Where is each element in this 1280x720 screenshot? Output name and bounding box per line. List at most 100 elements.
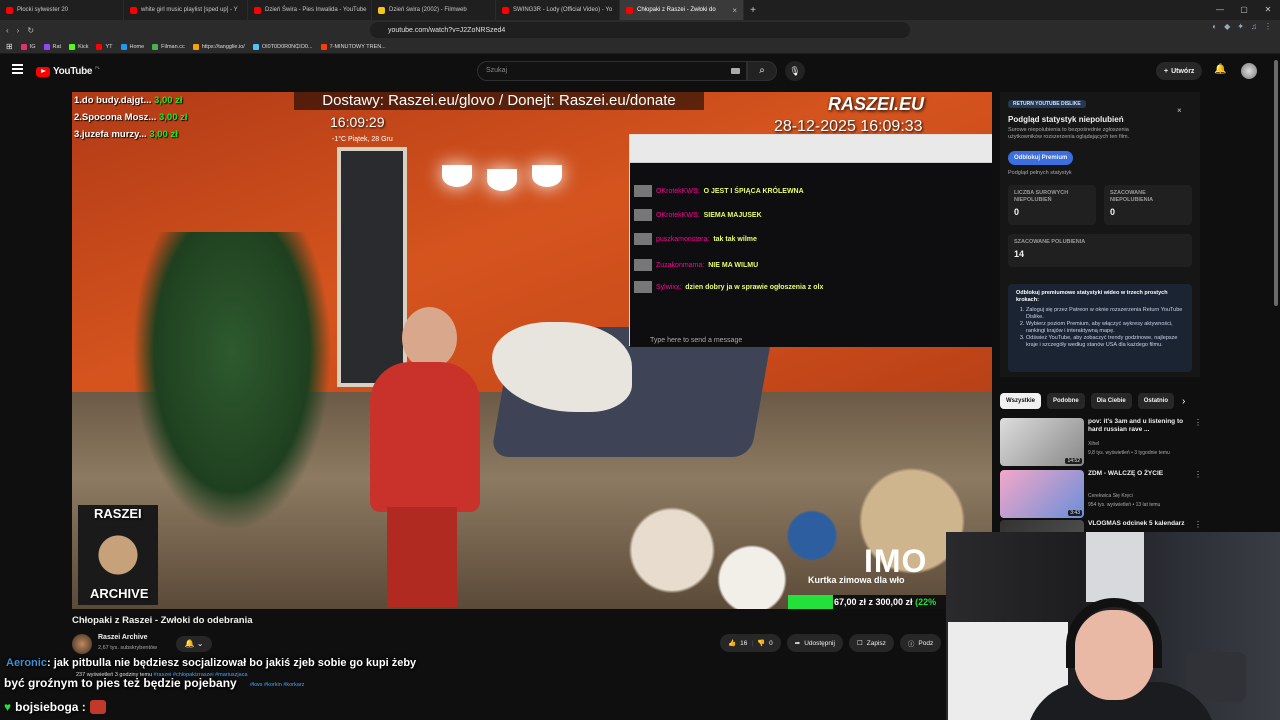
browser-tab[interactable]: SWING3R - Lody (Official Video) - Yo bbox=[496, 0, 620, 20]
new-tab-button[interactable]: + bbox=[744, 5, 762, 16]
rec-title[interactable]: ZDM - WALCZĘ O ŻYCIE bbox=[1088, 470, 1188, 478]
browser-tab[interactable]: Płocki sylwester 20 bbox=[0, 0, 124, 20]
ryd-subtitle: Surowe niepolubienia to bezpośrednie zgł… bbox=[1008, 127, 1130, 140]
bookmark-item[interactable]: 7-MINUTOWY TREN... bbox=[320, 43, 386, 50]
rec-channel[interactable]: Cerekwica Się Kręci bbox=[1088, 493, 1133, 499]
notifications-bell-icon[interactable]: 🔔 bbox=[1214, 64, 1226, 75]
kebab-menu-icon[interactable]: ⋮ bbox=[1194, 520, 1202, 529]
bookmark-item[interactable]: https://tangglie.io/ bbox=[192, 43, 245, 50]
bookmark-item[interactable]: Rat bbox=[43, 43, 61, 50]
youtube-logo[interactable]: YouTube PL bbox=[36, 65, 100, 77]
subscribed-bell-button[interactable]: 🔔 ⌄ bbox=[176, 636, 212, 652]
kebab-menu-icon[interactable]: ⋮ bbox=[1194, 470, 1202, 479]
user-avatar[interactable] bbox=[1241, 63, 1257, 79]
search-input[interactable]: Szukaj bbox=[477, 61, 747, 81]
full-stats-link[interactable]: Podgląd pełnych statystyk bbox=[1008, 170, 1072, 176]
browser-tab[interactable]: Dzień Świra - Pies Inwalida - YouTube bbox=[248, 0, 372, 20]
bookmark-item[interactable]: Home bbox=[120, 43, 144, 50]
keyboard-icon[interactable] bbox=[731, 68, 740, 74]
stream-chat-line-3: ♥ bojsieboga : bbox=[4, 700, 106, 714]
donor-name: 2.Spocona Mosz... bbox=[74, 112, 157, 123]
extension-icon[interactable]: ◐ bbox=[1212, 22, 1217, 31]
video-player[interactable]: 1.do budy.dajgt... 3,00 zł 2.Spocona Mosz… bbox=[72, 92, 992, 609]
tab-favicon-icon bbox=[502, 6, 509, 14]
filter-chip[interactable]: Wszystkie bbox=[1000, 393, 1042, 409]
overlay-top-banner: Dostawy: Raszei.eu/glovo / Donejt: Rasze… bbox=[294, 92, 704, 110]
rec-title[interactable]: VLOGMAS odcinek 5 kalendarz bbox=[1088, 520, 1188, 528]
puzzle-icon[interactable]: ✦ bbox=[1237, 22, 1244, 31]
rec-channel[interactable]: Xihel bbox=[1088, 441, 1099, 447]
chevron-right-icon[interactable]: › bbox=[1182, 396, 1185, 407]
minimize-icon[interactable]: — bbox=[1208, 0, 1232, 20]
close-window-icon[interactable]: ✕ bbox=[1256, 0, 1280, 20]
tab-close-icon[interactable]: × bbox=[732, 6, 737, 15]
chat-avatar bbox=[634, 259, 652, 271]
browser-tab[interactable]: Chłopaki z Raszei - Zwłoki do × bbox=[620, 0, 744, 20]
share-button[interactable]: ➦ Udostępnij bbox=[786, 634, 843, 652]
bookmark-item[interactable]: Filman.cc bbox=[152, 43, 185, 50]
rec-meta: 954 tys. wyświetleń • 13 lat temu bbox=[1088, 502, 1161, 508]
back-icon[interactable]: ‹ bbox=[6, 26, 9, 35]
url-field[interactable]: youtube.com/watch?v=J2ZoNRSzed4 bbox=[370, 22, 910, 38]
desc-tags-2[interactable]: #kws #korkin #korkarz bbox=[250, 682, 304, 688]
channel-name[interactable]: Raszei Archive bbox=[98, 634, 148, 641]
recommended-video[interactable]: 3:43 ZDM - WALCZĘ O ŻYCIE Cerekwica Się Kr… bbox=[1000, 470, 1202, 518]
filter-chip[interactable]: Dla Ciebie bbox=[1090, 393, 1132, 409]
chat-user: Sylwixx: bbox=[656, 283, 682, 291]
extension-icon[interactable]: ◆ bbox=[1224, 22, 1230, 31]
donor-name: 1.do budy.dajgt... bbox=[74, 95, 152, 106]
ryd-stat-raw: LICZBA SUROWYCH NIEPOLUBIEŃ 0 bbox=[1008, 185, 1096, 225]
overlay-chat-message: puszkamonstera: tak tak wilme bbox=[634, 233, 757, 245]
emote-icon bbox=[89, 700, 106, 714]
bookmark-item[interactable]: IG bbox=[20, 43, 36, 50]
webcam-object bbox=[1186, 652, 1246, 702]
bookmark-label: YT bbox=[105, 43, 113, 50]
reload-icon[interactable]: ↻ bbox=[27, 26, 34, 35]
close-icon[interactable]: × bbox=[1177, 106, 1182, 115]
forward-icon[interactable]: › bbox=[17, 26, 20, 35]
filter-chip[interactable]: Podobne bbox=[1047, 393, 1085, 409]
video-thumbnail[interactable]: 3:43 bbox=[1000, 470, 1084, 518]
tab-title: Płocki sylwester 20 bbox=[17, 7, 69, 13]
like-count: 16 bbox=[740, 639, 748, 647]
stat-value: 0 bbox=[1014, 207, 1020, 217]
bookmark-label: 7-MINUTOWY TREN... bbox=[329, 43, 386, 50]
kebab-menu-icon[interactable]: ⋮ bbox=[1264, 22, 1272, 31]
create-label: Utwórz bbox=[1171, 67, 1195, 75]
bookmark-item[interactable]: OI0T0D0R0N₵IO0... bbox=[252, 43, 313, 50]
recommended-video[interactable]: 14:52 pov: it's 3am and u listening to ha… bbox=[1000, 418, 1202, 466]
stat-value: 0 bbox=[1110, 207, 1116, 217]
region-label: PL bbox=[95, 65, 100, 70]
apps-grid-icon[interactable]: ⊞ bbox=[6, 42, 13, 51]
music-icon[interactable]: ♫ bbox=[1251, 22, 1257, 31]
stream-chat-user: Aeronic bbox=[6, 657, 47, 669]
video-thumbnail[interactable]: 14:52 bbox=[1000, 418, 1084, 466]
browser-tab[interactable]: white girl music playlist [sped up] - Y bbox=[124, 0, 248, 20]
overlay-chat-message: OKrotekKWS: O JEST I ŚPIĄCA KRÓLEWNA bbox=[634, 185, 804, 197]
bookmark-item[interactable]: YT bbox=[96, 43, 113, 50]
heart-icon: ♥ bbox=[4, 700, 12, 714]
share-label: Udostępnij bbox=[804, 639, 835, 647]
video-duration: 14:52 bbox=[1065, 458, 1082, 464]
search-button[interactable]: ⌕ bbox=[747, 61, 777, 81]
save-button[interactable]: ☐ Zapisz bbox=[848, 634, 894, 652]
page-scrollbar[interactable] bbox=[1274, 60, 1278, 306]
like-dislike-button[interactable]: 👍 16 | 👎 0 bbox=[720, 634, 781, 652]
create-button[interactable]: + Utwórz bbox=[1156, 62, 1203, 80]
overlay-chat-input: Type here to send a message bbox=[650, 337, 743, 344]
channel-avatar[interactable] bbox=[72, 634, 92, 654]
more-button[interactable]: ⓘ Podz bbox=[899, 634, 942, 652]
browser-tab[interactable]: Dzień świra (2002) - Filmweb bbox=[372, 0, 496, 20]
bookmark-item[interactable]: Kick bbox=[69, 43, 88, 50]
ryd-promo: Odblokuj premiumowe statystyki wideo w t… bbox=[1008, 284, 1192, 372]
kebab-menu-icon[interactable]: ⋮ bbox=[1194, 418, 1202, 427]
voice-search-button[interactable]: 🎙 bbox=[785, 61, 805, 81]
unlock-premium-button[interactable]: Odblokuj Premium bbox=[1008, 151, 1074, 165]
menu-icon[interactable] bbox=[12, 64, 23, 74]
plus-icon: + bbox=[1164, 67, 1169, 75]
video-scene-lamp bbox=[442, 147, 562, 192]
rec-title[interactable]: pov: it's 3am and u listening to hard ru… bbox=[1088, 418, 1188, 434]
bookmark-favicon-icon bbox=[152, 43, 159, 50]
maximize-icon[interactable]: ▢ bbox=[1232, 0, 1256, 20]
filter-chip[interactable]: Ostatnio bbox=[1137, 393, 1175, 409]
